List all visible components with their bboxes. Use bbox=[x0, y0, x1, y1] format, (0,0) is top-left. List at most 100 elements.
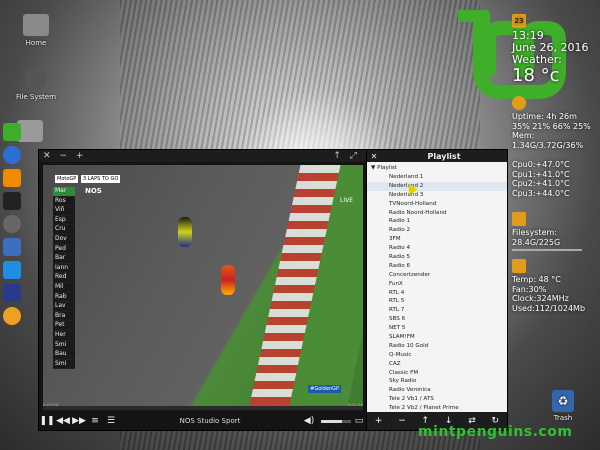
weather-icon[interactable] bbox=[3, 307, 21, 325]
gpu-memory: Used:112/1024Mb bbox=[512, 303, 586, 313]
maximize-icon[interactable]: + bbox=[76, 151, 84, 161]
mint-menu-icon[interactable] bbox=[3, 123, 21, 141]
standing-row: Bau bbox=[53, 350, 75, 360]
playlist-item[interactable]: Tele 2 Vb1 / ATS bbox=[367, 395, 507, 404]
pin-icon[interactable]: ↑ bbox=[333, 151, 341, 161]
playlist-item[interactable]: RTL 4 bbox=[367, 289, 507, 298]
gpu-temp: Temp: 48 °C bbox=[512, 275, 561, 284]
playlist-item[interactable]: Q-Music bbox=[367, 351, 507, 360]
standing-row: Bra bbox=[53, 312, 75, 322]
playlist-item[interactable]: Radio 10 Gold bbox=[367, 342, 507, 351]
player-titlebar: ✕ − + ↑ ⤢ bbox=[39, 150, 367, 162]
playlist-item[interactable]: Concertzender bbox=[367, 271, 507, 280]
seek-bar[interactable] bbox=[43, 406, 363, 410]
playlist-item[interactable]: NET 5 bbox=[367, 324, 507, 333]
standing-row: Lav bbox=[53, 302, 75, 312]
playlist-item[interactable]: Nederland 1 bbox=[367, 173, 507, 182]
standing-row: Mar bbox=[53, 187, 75, 197]
playlist-item[interactable]: Radio 5 bbox=[367, 253, 507, 262]
playlist-item[interactable]: Radio 4 bbox=[367, 244, 507, 253]
trash-icon: ♻ bbox=[552, 390, 574, 412]
dock bbox=[0, 118, 24, 328]
playlist-item[interactable]: SLAM!FM bbox=[367, 333, 507, 342]
standing-row: Ped bbox=[53, 245, 75, 255]
standing-row: Smi bbox=[53, 360, 75, 370]
info-icon bbox=[512, 96, 526, 110]
playlist-item[interactable]: RTL 7 bbox=[367, 306, 507, 315]
monitor-icon[interactable] bbox=[3, 238, 21, 256]
playlist-toggle-icon[interactable]: ☰ bbox=[103, 416, 119, 426]
volume-fill bbox=[321, 419, 342, 423]
standing-row: Iann bbox=[53, 264, 75, 274]
playlist-item[interactable]: Radio 2 bbox=[367, 226, 507, 235]
gpu-fan: Fan:30% bbox=[512, 284, 547, 294]
standing-row: Viñ bbox=[53, 206, 75, 216]
media-player-window: ✕ − + ↑ ⤢ MotoGP 3 LAPS TO GO NOS LIVE #… bbox=[38, 149, 368, 431]
playlist-item[interactable]: CAZ bbox=[367, 360, 507, 369]
playlist-item[interactable]: 3FM bbox=[367, 235, 507, 244]
fullscreen-icon[interactable]: ⤢ bbox=[350, 151, 357, 161]
playlist-group[interactable]: ▼ Playlist bbox=[367, 164, 507, 173]
playlist-item[interactable]: Nederland 3 bbox=[367, 191, 507, 200]
minimize-icon[interactable]: − bbox=[59, 151, 67, 161]
playlist-item[interactable]: TVNoord-Holland bbox=[367, 200, 507, 209]
drive-icon bbox=[25, 68, 47, 90]
close-icon[interactable]: ✕ bbox=[367, 152, 381, 161]
playlist-item[interactable]: Tele 2 Vb2 / Planet Prime bbox=[367, 404, 507, 412]
playlist-item[interactable]: Nederland 2 bbox=[367, 181, 507, 191]
playlist-item[interactable]: Radio 6 bbox=[367, 262, 507, 271]
cpu-usage: 35% 21% 66% 25% bbox=[512, 121, 591, 131]
playlist-item[interactable]: Radio 1 bbox=[367, 217, 507, 226]
desktop-icon-filesystem[interactable]: File System bbox=[6, 68, 66, 101]
playlist-item[interactable]: SBS 6 bbox=[367, 315, 507, 324]
playlist-item[interactable]: RTL 5 bbox=[367, 297, 507, 306]
hashtag-badge: #GoldenGP bbox=[308, 385, 341, 393]
conky-panel: 23 13:19 June 26, 2016 Weather: 18 °c Up… bbox=[512, 14, 600, 313]
standing-row: Smi bbox=[53, 341, 75, 351]
watermark: mintpenguins.com bbox=[418, 424, 573, 440]
forward-button[interactable]: ▶▶ bbox=[71, 416, 87, 426]
cpu-temp: Cpu3:+44.0°C bbox=[512, 188, 570, 198]
add-icon[interactable]: + bbox=[375, 416, 383, 426]
playlist-item[interactable]: Radio Veronica bbox=[367, 386, 507, 395]
uptime: Uptime: 4h 26m bbox=[512, 112, 577, 121]
playlist-window: ✕ Playlist ▼ Playlist Nederland 1 Nederla… bbox=[366, 149, 508, 431]
terminal-icon[interactable] bbox=[3, 192, 21, 210]
home-folder-icon bbox=[23, 14, 49, 36]
mem-value: 1.34G/3.72G/36% bbox=[512, 140, 584, 150]
playlist-item[interactable]: Classic FM bbox=[367, 369, 507, 378]
desktop-icon-label: File System bbox=[15, 93, 57, 101]
filesystem-label: Filesystem: bbox=[512, 228, 558, 237]
aspect-icon[interactable]: ▭ bbox=[351, 416, 367, 426]
now-playing-title: NOS Studio Sport bbox=[179, 417, 241, 425]
standing-row: Esp bbox=[53, 216, 75, 226]
standing-row: Ros bbox=[53, 197, 75, 207]
cpu-temp: Cpu0:+47.0°C bbox=[512, 160, 570, 169]
browser-icon[interactable] bbox=[3, 146, 21, 164]
volume-icon[interactable]: ◀) bbox=[301, 416, 317, 426]
playlist-item[interactable]: FunX bbox=[367, 280, 507, 289]
playlist-group-label: Playlist bbox=[377, 165, 397, 171]
desktop-icon-trash[interactable]: ♻ Trash bbox=[548, 390, 578, 422]
playlist-titlebar: ✕ Playlist bbox=[367, 150, 507, 162]
rewind-button[interactable]: ◀◀ bbox=[55, 416, 71, 426]
media-player-icon[interactable] bbox=[3, 169, 21, 187]
motogp-logo: MotoGP bbox=[55, 175, 79, 183]
playlist-item[interactable]: Sky Radio bbox=[367, 377, 507, 386]
calendar-icon[interactable] bbox=[3, 284, 21, 302]
standing-row: Dov bbox=[53, 235, 75, 245]
playlist-item[interactable]: Radio Noord-Holland bbox=[367, 209, 507, 218]
desktop-icon-label: Home bbox=[25, 39, 47, 47]
camera-icon[interactable] bbox=[3, 215, 21, 233]
standing-row: Mil bbox=[53, 283, 75, 293]
pause-button[interactable]: ❚❚ bbox=[39, 416, 55, 426]
video-area[interactable]: MotoGP 3 LAPS TO GO NOS LIVE #GoldenGP M… bbox=[43, 165, 363, 406]
files-icon[interactable] bbox=[3, 261, 21, 279]
filesystem-value: 28.4G/225G bbox=[512, 237, 561, 247]
remove-icon[interactable]: − bbox=[398, 416, 406, 426]
volume-slider[interactable] bbox=[321, 419, 351, 423]
channel-logo: NOS bbox=[85, 187, 102, 195]
equalizer-icon[interactable]: ≡ bbox=[87, 416, 103, 426]
desktop-icon-home[interactable]: Home bbox=[6, 14, 66, 47]
close-icon[interactable]: ✕ bbox=[43, 151, 51, 161]
